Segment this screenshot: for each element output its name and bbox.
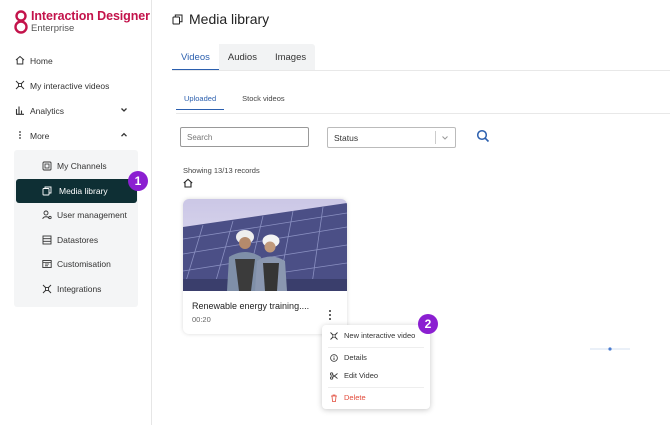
video-thumbnail	[183, 199, 347, 291]
step-badge-2: 2	[418, 314, 438, 334]
info-icon	[330, 353, 338, 362]
sidebar-item-label: More	[30, 130, 50, 141]
media-icon	[42, 186, 52, 195]
sidebar-item-my-interactive-videos[interactable]: My interactive videos	[14, 73, 138, 98]
video-title: Renewable energy training....	[192, 301, 310, 311]
sidebar-item-label: Datastores	[57, 234, 99, 245]
scroll-indicator	[590, 347, 630, 351]
tab-audios[interactable]: Audios	[219, 44, 266, 71]
sidebar-item-user-management[interactable]: User management	[14, 203, 138, 228]
media-icon	[172, 14, 183, 24]
sidebar-item-analytics[interactable]: Analytics	[14, 98, 138, 123]
records-count: Showing 13/13 records	[183, 166, 260, 175]
main-content: Media library Videos Audios Images Uploa…	[152, 0, 670, 425]
search-icon[interactable]	[476, 129, 490, 143]
menu-item-label: New interactive video	[344, 331, 416, 340]
subtab-uploaded[interactable]: Uploaded	[176, 94, 225, 110]
subtab-stock-videos[interactable]: Stock videos	[234, 94, 293, 110]
page-title: Media library	[172, 11, 269, 27]
home-icon	[15, 55, 25, 65]
chevron-down-icon	[442, 136, 448, 140]
sidebar-item-label: Media library	[59, 185, 108, 196]
interactive-icon	[15, 80, 25, 90]
tab-images[interactable]: Images	[266, 44, 315, 71]
brand-name: Interaction Designer	[31, 9, 150, 23]
trash-icon	[331, 394, 337, 402]
search-input[interactable]	[180, 127, 309, 147]
brand-subtitle: Enterprise	[31, 23, 75, 34]
more-submenu: My Channels Media library User managemen…	[14, 150, 138, 307]
tabs-divider	[172, 70, 670, 71]
menu-item-label: Details	[344, 353, 367, 362]
page-title-text: Media library	[189, 11, 270, 27]
menu-item-label: Delete	[344, 393, 366, 402]
sidebar-item-label: My interactive videos	[30, 80, 110, 91]
sidebar-item-datastores[interactable]: Datastores	[14, 228, 138, 253]
sidebar-nav: Home My interactive videos Analytics Mor…	[14, 48, 138, 307]
source-subtabs: Uploaded Stock videos	[176, 94, 303, 110]
scissors-icon	[330, 371, 338, 380]
sidebar: Interaction Designer Enterprise Home My …	[0, 0, 152, 425]
sidebar-item-more[interactable]: More	[14, 123, 138, 148]
sidebar-item-label: User management	[57, 210, 127, 221]
sidebar-item-label: Customisation	[57, 259, 111, 270]
sidebar-item-customisation[interactable]: Customisation	[14, 252, 138, 277]
sidebar-item-label: My Channels	[57, 161, 107, 172]
menu-item-delete[interactable]: Delete	[330, 393, 366, 402]
menu-item-label: Edit Video	[344, 371, 379, 380]
user-icon	[42, 210, 52, 220]
sidebar-item-my-channels[interactable]: My Channels	[14, 154, 138, 179]
chart-icon	[15, 106, 24, 115]
chevron-down-icon[interactable]	[120, 106, 128, 114]
media-type-tabs: Videos Audios Images	[172, 44, 316, 71]
menu-divider	[328, 347, 424, 348]
home-icon[interactable]	[183, 178, 193, 188]
database-icon	[42, 235, 52, 244]
video-card[interactable]: Renewable energy training.... 00:20	[183, 199, 347, 334]
sidebar-item-label: Integrations	[57, 283, 102, 294]
sidebar-item-label: Analytics	[30, 105, 65, 116]
select-separator	[435, 131, 436, 144]
integrations-icon	[42, 284, 52, 293]
sidebar-item-integrations[interactable]: Integrations	[14, 277, 138, 302]
chevron-up-icon[interactable]	[120, 131, 128, 139]
sidebar-item-home[interactable]: Home	[14, 48, 138, 73]
more-icon	[19, 131, 21, 139]
video-duration: 00:20	[192, 315, 211, 324]
subtabs-divider	[176, 113, 670, 114]
more-options-icon[interactable]	[327, 309, 333, 321]
brand-logo[interactable]: Interaction Designer Enterprise	[14, 9, 150, 35]
menu-item-details[interactable]: Details	[330, 353, 367, 362]
step-badge-1: 1	[128, 171, 148, 191]
interactive-icon	[330, 331, 338, 340]
tab-videos[interactable]: Videos	[172, 44, 219, 71]
channels-icon	[42, 161, 52, 171]
customise-icon	[42, 260, 52, 268]
status-select-value: Status	[334, 133, 359, 143]
menu-item-new-interactive-video[interactable]: New interactive video	[330, 331, 415, 340]
sidebar-item-media-library[interactable]: Media library	[16, 178, 137, 203]
logo-icon	[14, 10, 28, 34]
status-select[interactable]: Status	[327, 127, 456, 148]
menu-divider	[328, 387, 424, 388]
video-context-menu: New interactive video Details Edit Video…	[322, 325, 430, 409]
menu-item-edit-video[interactable]: Edit Video	[330, 371, 378, 380]
sidebar-item-label: Home	[30, 55, 53, 66]
